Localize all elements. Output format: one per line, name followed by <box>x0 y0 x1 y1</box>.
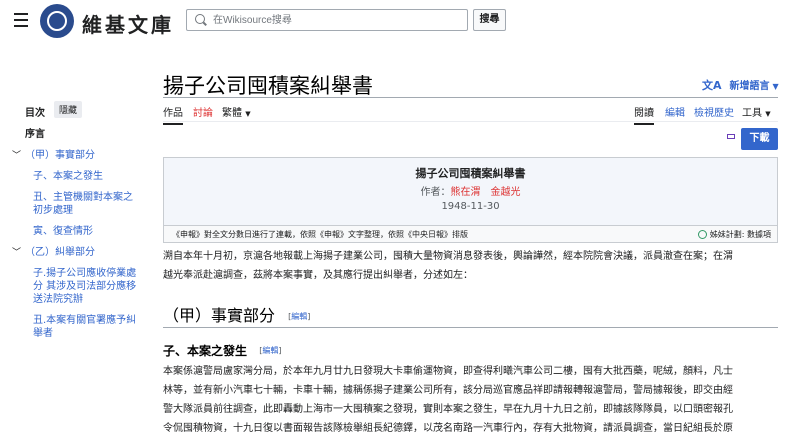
chevron-down-icon: ▼ <box>245 110 251 118</box>
section-title: （甲）事實部分 <box>163 306 276 325</box>
author-links[interactable]: 熊在渭 金越光 <box>451 187 521 198</box>
tabs-divider <box>163 121 778 122</box>
subsection-heading-occurrence: 子、本案之發生 [編輯] <box>163 342 281 359</box>
tab-variant[interactable]: 繁體 ▼ <box>222 104 251 119</box>
tab-edit[interactable]: 編輯 <box>665 104 685 119</box>
toc-item-officials[interactable]: 丑.本案有關官署應予糾 <box>33 314 136 328</box>
source-note-text: 《申報》對全文分數日進行了連載，依照《申報》文字整理，依照《中央日報》排版 <box>172 230 468 239</box>
author-label: 作者： <box>420 187 451 198</box>
title-divider <box>163 97 778 98</box>
book-icon[interactable] <box>727 134 735 139</box>
tab-variant-label: 繁體 <box>222 108 242 119</box>
search-input[interactable] <box>213 12 453 28</box>
download-button[interactable]: 下載 <box>741 128 778 150</box>
subsection-edit-link[interactable]: [編輯] <box>259 346 281 355</box>
site-header: 維基文庫 搜尋 <box>0 0 800 44</box>
toc-item-impeachment[interactable]: （乙）糾舉部分 <box>25 246 95 260</box>
main-menu-icon[interactable] <box>14 13 28 27</box>
chevron-down-icon: ▼ <box>765 110 771 118</box>
search-button[interactable]: 搜尋 <box>473 9 506 31</box>
edit-label: 編輯 <box>262 346 279 355</box>
toc-item-initial-handling-cont[interactable]: 初步處理 <box>33 204 73 218</box>
toc-hide-button[interactable]: 隱藏 <box>54 101 83 118</box>
sister-projects-label: 姊妹計劃: 數據項 <box>709 230 771 239</box>
edit-label: 編輯 <box>291 312 308 321</box>
tab-tools-label: 工具 <box>742 108 762 119</box>
subsection-title: 子、本案之發生 <box>163 344 248 358</box>
toc-item-reinvestigation[interactable]: 寅、復查情形 <box>33 225 93 239</box>
tab-discussion[interactable]: 討論 <box>193 104 213 119</box>
toc-chevron-icon[interactable]: ﹀ <box>12 246 21 260</box>
intro-line-1: 溯自本年十月初，京滬各地報載上海揚子建業公司，囤積大量物資消息發表後，輿論譁然，… <box>163 251 733 262</box>
body-line-3: 警大隊派員前往調查，此即轟動上海市一大囤積案之發現，實則本案之發生，早在九月十九… <box>163 404 733 415</box>
chevron-down-icon: ▼ <box>772 82 779 91</box>
toc-item-preface[interactable]: 序言 <box>25 128 45 142</box>
tab-tools[interactable]: 工具 ▼ <box>742 104 771 119</box>
search-icon <box>195 14 205 24</box>
toc-item-occurrence[interactable]: 子、本案之發生 <box>33 170 103 184</box>
toc-chevron-icon[interactable]: ﹀ <box>12 149 21 163</box>
section-heading-facts: （甲）事實部分 [編輯] <box>163 302 778 328</box>
toc-item-facts[interactable]: （甲）事實部分 <box>25 149 95 163</box>
add-language-label: 新增語言 <box>729 81 770 92</box>
search-box[interactable] <box>186 9 468 31</box>
toc-heading: 目次 <box>25 108 45 119</box>
body-line-2: 林等，並有新小汽車七十輛，卡車十輛，據稱係揚子建業公司所有，該分局巡官應品祥即請… <box>163 385 733 396</box>
add-language-button[interactable]: 文A 新增語言 ▼ <box>702 77 779 93</box>
tab-history[interactable]: 檢視歷史 <box>694 104 734 119</box>
wikimedia-icon <box>697 230 707 239</box>
sister-projects[interactable]: 姊妹計劃: 數據項 <box>697 229 771 240</box>
work-date: 1948-11-30 <box>441 201 500 212</box>
body-line-4: 令侃囤積物資，十九日復以書面報告該隊檢舉組長紀德鐸，以茂名南路一汽車行內，存有大… <box>163 423 733 434</box>
work-title: 揚子公司囤積案糾舉書 <box>415 167 526 180</box>
body-line-1: 本案係滬警局盧家灣分局，於本年九月廿九日發現大卡車偷運物資，即查得利曦汽車公司二… <box>163 366 733 377</box>
toc-item-officials-cont[interactable]: 舉者 <box>33 327 53 341</box>
toc-item-suspension-cont[interactable]: 分 其涉及司法部分應移 <box>33 280 136 294</box>
toc-item-initial-handling[interactable]: 丑、主管機關對本案之 <box>33 191 133 205</box>
toc-item-suspension-cont2[interactable]: 送法院究辦 <box>33 293 83 307</box>
toc-item-suspension[interactable]: 子.揚子公司應收停業處 <box>33 267 136 281</box>
wikisource-logo-icon[interactable] <box>40 4 74 38</box>
site-logo-text[interactable]: 維基文庫 <box>82 9 174 38</box>
source-note: 《申報》對全文分數日進行了連載，依照《申報》文字整理，依照《中央日報》排版 姊妹… <box>163 226 778 243</box>
work-authors: 作者：熊在渭 金越光 <box>164 183 777 198</box>
page-title: 揚子公司囤積案糾舉書 <box>163 74 373 98</box>
work-header-box: 揚子公司囤積案糾舉書 作者：熊在渭 金越光 1948-11-30 <box>163 157 778 226</box>
section-edit-link[interactable]: [編輯] <box>288 312 310 321</box>
intro-line-2: 越光奉派赴滬調查，茲將本案事實，及其應行提出糾舉者，分述如左： <box>163 270 473 281</box>
language-icon: 文A <box>702 79 722 92</box>
